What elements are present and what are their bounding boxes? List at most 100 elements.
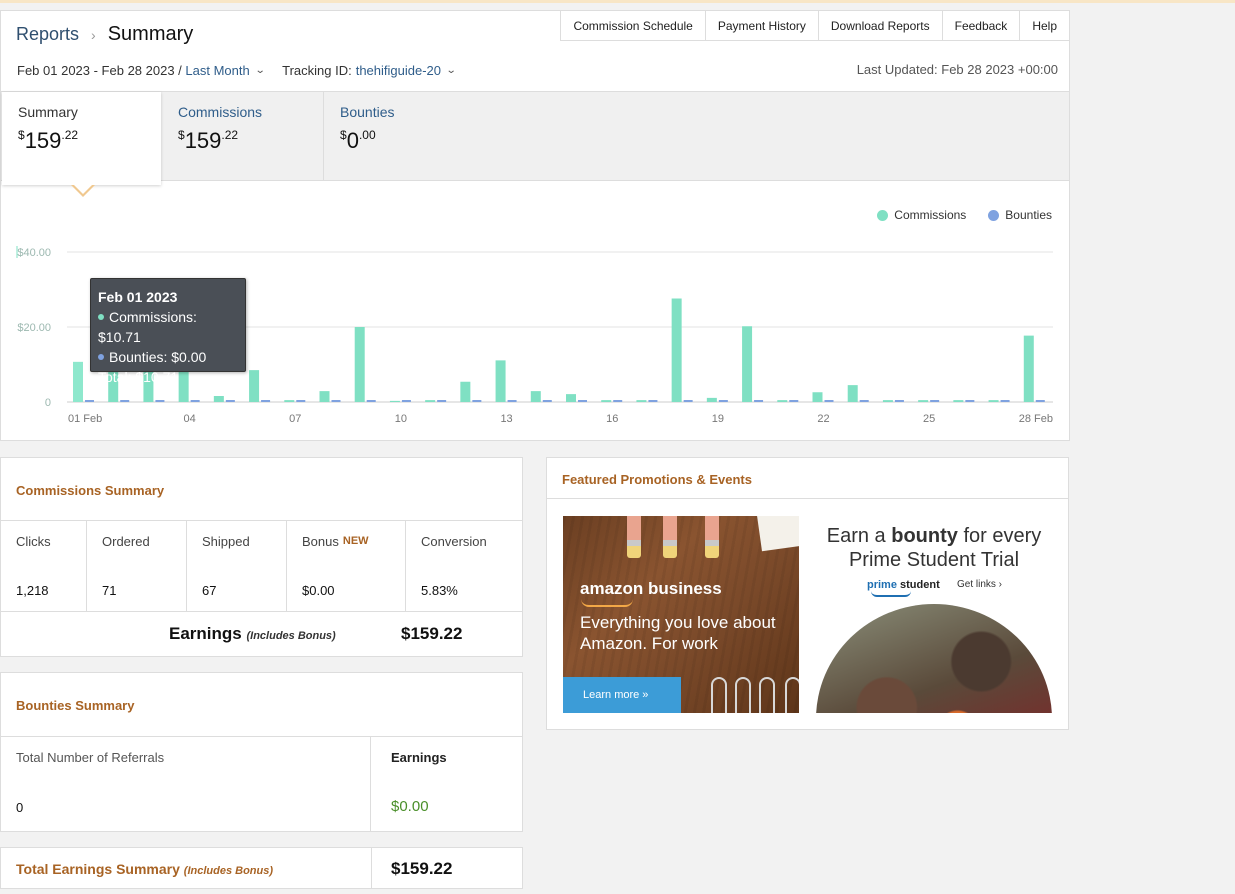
total-earnings-card: Total Earnings Summary (Includes Bonus) … [0,847,523,889]
date-range: Feb 01 2023 - Feb 28 2023 [17,63,175,78]
feedback-link[interactable]: Feedback [942,10,1021,41]
amazon-business-tagline: Everything you love about Amazon. For wo… [580,613,776,653]
referrals-column: Total Number of Referrals 0 [1,737,371,831]
bounty-bar [965,400,975,402]
download-reports-link[interactable]: Download Reports [818,10,943,41]
page-title: Summary [107,23,194,45]
bounties-summary-title: Bounties Summary [16,698,135,713]
bounty-bar [683,400,693,402]
stat-conversion: Conversion 5.83% [421,534,487,598]
amazon-business-logo: amazon business [580,579,722,598]
x-tick-label: 25 [923,413,935,425]
commission-bar [918,400,929,402]
prime-student-banner[interactable]: Earn a bounty for every Prime Student Tr… [816,516,1052,713]
tab-commissions[interactable]: Commissions $159.22 [162,92,323,181]
bounty-bar [155,400,165,402]
bounty-bar [261,400,271,402]
chart-legend: Commissions Bounties [855,208,1052,222]
y-tick-label: $20.00 [17,322,51,334]
y-tick-label: 0 [45,397,51,409]
bounty-bar [366,400,376,402]
learn-more-button[interactable]: Learn more » [563,677,681,713]
commission-bar [953,400,964,402]
legend-dot-icon [877,209,889,221]
commission-bar [812,392,823,402]
top-accent-line [0,0,1235,3]
y-tick-label: $40.00 [17,247,51,259]
payment-history-link[interactable]: Payment History [705,10,819,41]
bounty-bar [296,400,306,402]
commission-bar [1023,335,1034,402]
chevron-down-icon[interactable]: ⌄ [254,65,265,76]
commission-bar [601,400,612,402]
x-tick-label: 16 [606,413,618,425]
stat-bonus: Bonus NEW $0.00 [287,521,406,611]
tab-summary[interactable]: Summary $159.22 [2,92,161,185]
tooltip-commissions: Commissions: $10.71 [98,309,197,345]
tracking-label: Tracking ID: [282,63,352,78]
legend-bounties[interactable]: Bounties [988,208,1052,222]
commission-bar [706,397,717,402]
amazon-smile-icon [581,599,633,607]
active-tab-pointer [71,184,95,197]
commissions-stats: Clicks 1,218 Ordered 71 Shipped 67 Bonus… [1,520,522,612]
summary-tabs: Summary $159.22 Commissions $159.22 Boun… [1,91,1069,185]
stat-shipped: Shipped 67 [187,521,287,611]
x-tick-label: 10 [395,413,407,425]
tracking-id-dropdown[interactable]: thehifiguide-20 [356,63,441,78]
date-separator: / [174,63,186,78]
bounty-bar [1000,400,1010,402]
commission-bar [636,400,647,402]
students-photo [816,604,1052,713]
pencil-image [663,516,677,558]
bounty-bar [437,400,447,402]
bounties-grid: Total Number of Referrals 0 Earnings $0.… [1,736,522,831]
breadcrumb: Reports › Summary [16,23,193,46]
bounty-bar [507,400,517,402]
x-tick-label: 07 [289,413,301,425]
tab-amount: $159.22 [18,128,79,153]
commission-bar [284,400,295,402]
legend-commissions[interactable]: Commissions [877,208,966,222]
bounty-bar [401,400,411,402]
prime-smile-icon [871,591,911,597]
last-updated: Last Updated: Feb 28 2023 +00:00 [856,62,1058,77]
commission-bar [425,400,436,402]
breadcrumb-reports-link[interactable]: Reports [16,24,79,45]
promotions-title: Featured Promotions & Events [562,472,752,487]
tab-amount: $159.22 [178,128,239,153]
bounty-bar [613,400,623,402]
bounty-bar [859,400,869,402]
paperclip-image [735,677,751,713]
legend-dot-icon [988,209,1000,221]
x-tick-label: 01 Feb [68,413,102,425]
chevron-down-icon[interactable]: ⌄ [446,65,457,76]
earnings-label: Earnings (Includes Bonus) [169,624,336,643]
prime-student-logo: prime student [867,579,940,591]
help-link[interactable]: Help [1020,10,1070,41]
bounties-summary-card: Bounties Summary Total Number of Referra… [0,672,523,832]
x-tick-label: 19 [712,413,724,425]
tooltip-date: Feb 01 2023 [98,289,178,305]
report-filters: Feb 01 2023 - Feb 28 2023 / Last Month ⌄… [17,63,457,78]
period-dropdown[interactable]: Last Month [185,63,249,78]
paperclip-image [711,677,727,713]
featured-promotions-card: Featured Promotions & Events amazon busi… [546,457,1069,730]
tab-bounties[interactable]: Bounties $0.00 [324,92,524,181]
commissions-earnings-row: Earnings (Includes Bonus) $159.22 [1,613,522,656]
bounty-bar [930,400,940,402]
commission-bar [460,381,471,402]
commission-bar [495,360,506,402]
chart-tooltip: Feb 01 2023 Commissions: $10.71 Bounties… [90,278,246,385]
get-links-link[interactable]: Get links › [957,579,1002,590]
commission-schedule-link[interactable]: Commission Schedule [560,10,706,41]
commissions-summary-title: Commissions Summary [16,483,165,498]
commission-bar [354,327,365,402]
tooltip-total: Total: $10.71 [98,369,179,385]
total-earnings-value: $159.22 [391,859,453,878]
tooltip-bounties: Bounties: $0.00 [98,347,238,367]
amazon-business-banner[interactable]: amazon business Everything you love abou… [563,516,799,713]
commission-bar [530,391,541,402]
report-nav: Commission Schedule Payment History Down… [560,10,1070,41]
x-tick-label: 13 [500,413,512,425]
